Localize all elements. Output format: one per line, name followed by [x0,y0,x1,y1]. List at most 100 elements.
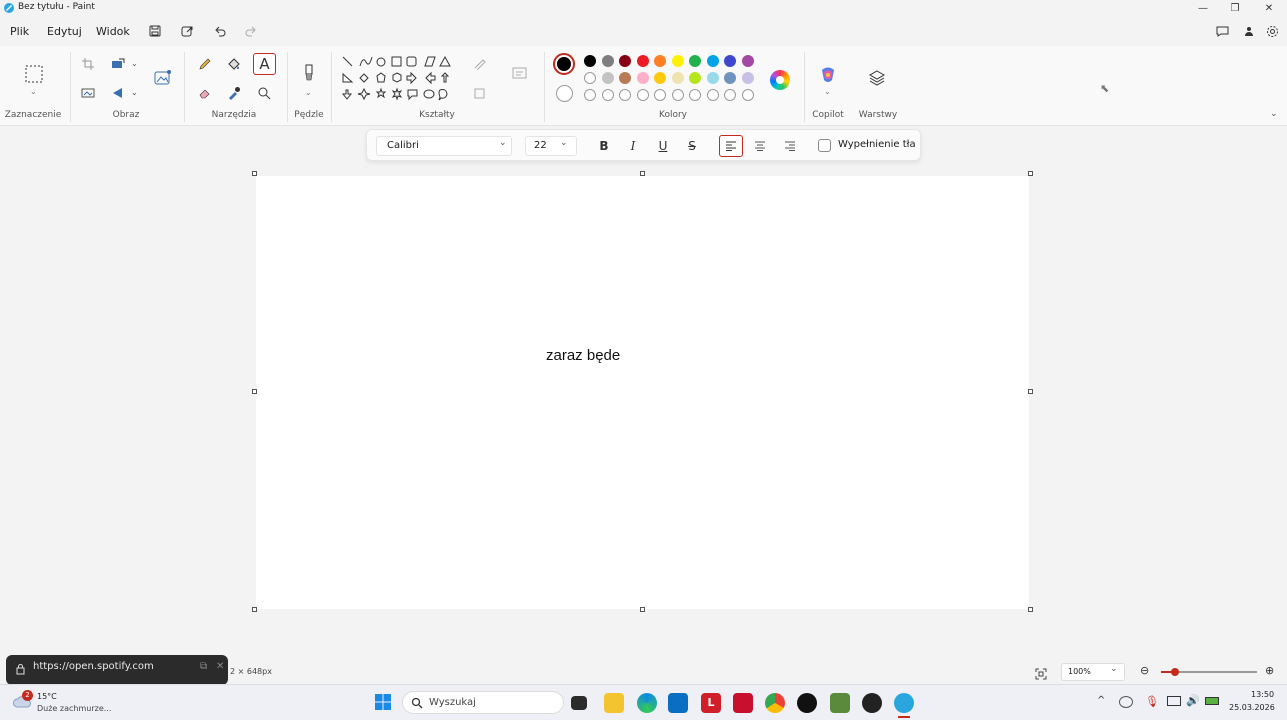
chevron-down-icon[interactable]: ⌄ [131,88,138,97]
taskbar-search[interactable]: Wyszukaj [402,691,564,714]
resize-handle[interactable] [1028,389,1033,394]
strikethrough-button[interactable]: S [682,137,702,155]
edge-browser-icon[interactable] [637,693,657,713]
resize-handle[interactable] [640,607,645,612]
capcut-icon[interactable] [797,693,817,713]
toast-expand-button[interactable]: ⧉ [200,661,207,672]
custom-color-slot[interactable] [689,89,701,101]
custom-color-slot[interactable] [636,89,649,101]
weather-widget[interactable]: 2 15°C Duże zachmurze... [13,689,123,717]
clock-date[interactable]: 25.03.2026 [1229,703,1275,712]
rotate-tool[interactable] [108,83,128,103]
chevron-down-icon[interactable]: ⌄ [131,59,138,68]
zoom-slider[interactable] [1161,668,1257,676]
align-left-button[interactable] [719,135,743,157]
font-size-dropdown[interactable]: 22 ⌄ [525,136,577,156]
layers-button[interactable] [868,69,888,89]
select-tool[interactable] [23,63,45,85]
color-swatch[interactable] [671,55,684,67]
settings-button[interactable] [1263,23,1281,39]
microphone-icon[interactable]: 🎙 [1145,695,1159,708]
start-button[interactable] [374,693,392,711]
zoom-in-button[interactable]: ⊕ [1265,664,1274,677]
resize-handle[interactable] [252,607,257,612]
custom-color-slot[interactable] [619,89,631,101]
resize-handle[interactable] [1028,171,1033,176]
color-swatch[interactable] [601,72,614,84]
save-button[interactable] [146,23,164,39]
eraser-tool[interactable] [195,83,215,103]
minimize-button[interactable]: — [1185,0,1221,16]
color-swatch[interactable] [654,55,666,67]
zoom-out-button[interactable]: ⊖ [1140,664,1149,677]
account-button[interactable] [1240,23,1258,39]
resize-handle[interactable] [252,389,257,394]
maximize-button[interactable]: ❐ [1217,0,1253,16]
share-button[interactable] [178,23,196,39]
color-swatch[interactable] [601,55,614,67]
obs-icon[interactable] [862,693,882,713]
shapes-gallery[interactable] [340,54,460,106]
task-view-icon[interactable] [571,696,587,710]
resize-tool[interactable] [108,54,128,74]
l-app-icon[interactable]: L [701,693,721,713]
chevron-down-icon[interactable]: ⌄ [30,87,37,96]
align-right-button[interactable] [780,137,800,155]
align-center-button[interactable] [750,137,770,155]
chevron-down-icon[interactable]: ⌄ [824,87,831,96]
file-explorer-icon[interactable] [604,693,624,713]
menu-view[interactable]: Widok [96,25,130,38]
magnifier-tool[interactable] [254,83,274,103]
chrome-icon[interactable] [765,693,785,713]
color-swatch[interactable] [671,72,684,84]
store-icon[interactable] [668,693,688,713]
background-fill-checkbox[interactable] [818,139,831,152]
close-button[interactable]: ✕ [1251,0,1287,16]
brush-tool[interactable] [299,63,319,83]
shape-outline-button[interactable] [470,54,490,74]
pencil-tool[interactable] [195,54,215,74]
toast-close-button[interactable]: ✕ [216,661,224,672]
color-swatch[interactable] [706,55,719,67]
resize-handle[interactable] [640,171,645,176]
resize-handle[interactable] [1028,607,1033,612]
custom-color-slot[interactable] [671,89,684,101]
color-swatch[interactable] [741,72,754,84]
shape-style-button[interactable] [510,63,530,83]
browser-url-toast[interactable]: https://open.spotify.com ⧉ ✕ [6,655,228,685]
color-swatch[interactable] [741,55,754,67]
resize-handle[interactable] [252,171,257,176]
canvas-text[interactable]: zaraz będe [546,347,620,364]
color-swatch[interactable] [689,72,701,84]
shape-fill-button[interactable] [470,83,490,103]
zoom-dropdown[interactable]: 100% ⌄ [1061,663,1125,681]
color-swatch[interactable] [584,72,596,84]
mcafee-icon[interactable] [733,693,753,713]
color-picker-tool[interactable] [224,83,244,103]
zoom-slider-thumb[interactable] [1171,668,1179,676]
color-swatch[interactable] [706,72,719,84]
menu-edit[interactable]: Edytuj [47,25,82,38]
color-swatch[interactable] [636,55,649,67]
undo-button[interactable] [211,23,229,39]
drawing-canvas[interactable]: zaraz będe [256,176,1029,609]
color-swatch[interactable] [636,72,649,84]
background-remove-tool[interactable] [78,83,98,103]
font-family-dropdown[interactable]: Calibri ⌄ [376,136,512,156]
copilot-button[interactable] [818,65,838,85]
feedback-button[interactable] [1213,23,1231,39]
fit-to-window-button[interactable] [1035,665,1049,680]
custom-color-slot[interactable] [654,89,666,101]
image-creator-tool[interactable] [153,68,173,88]
redo-button[interactable] [241,23,259,39]
color-swatch[interactable] [689,55,701,67]
onedrive-icon[interactable] [1119,696,1133,708]
battery-icon[interactable] [1205,697,1219,705]
custom-color-slot[interactable] [584,89,596,101]
color-swatch[interactable] [619,72,631,84]
bold-button[interactable]: B [594,137,614,155]
color-swatch[interactable] [724,72,736,84]
ribbon-collapse-button[interactable]: ⌄ [1270,109,1278,119]
crop-tool[interactable] [78,54,98,74]
color-swatch[interactable] [619,55,631,67]
